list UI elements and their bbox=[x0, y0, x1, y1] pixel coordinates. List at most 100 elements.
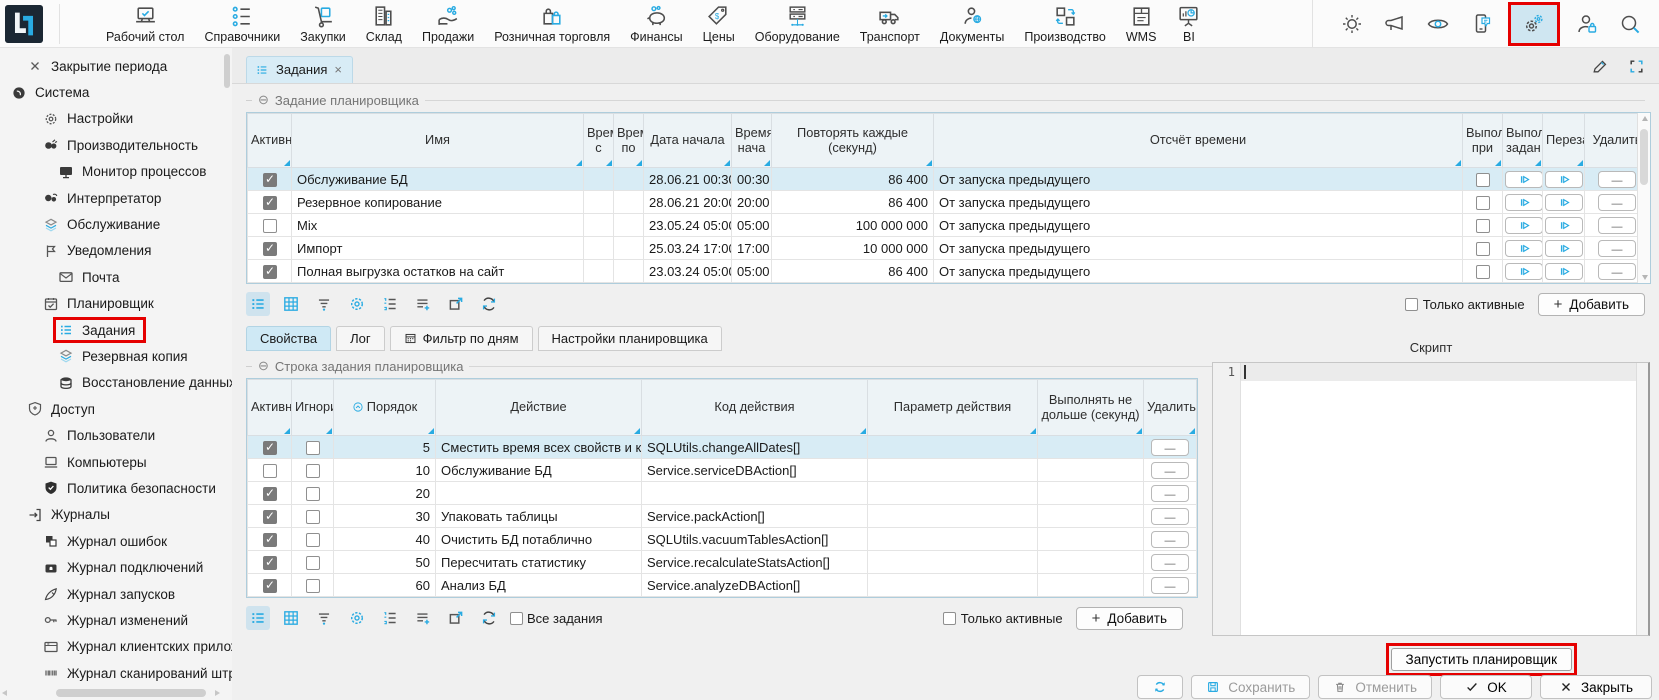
action-cell[interactable]: Упаковать таблицы bbox=[436, 505, 642, 528]
duration-cell[interactable] bbox=[1038, 505, 1144, 528]
sidebar-item[interactable]: Доступ bbox=[0, 396, 232, 422]
active-checkbox[interactable] bbox=[263, 487, 277, 501]
countdown-cell[interactable]: От запуска предыдущего bbox=[934, 214, 1463, 237]
task-row[interactable]: Mix 23.05.24 05:00 05:00 100 000 000 От … bbox=[248, 214, 1650, 237]
col-delete[interactable]: Удалить bbox=[1144, 380, 1197, 436]
ignore-checkbox[interactable] bbox=[306, 441, 320, 455]
countdown-cell[interactable]: От запуска предыдущего bbox=[934, 191, 1463, 214]
col-action-code[interactable]: Код действия bbox=[642, 380, 868, 436]
action-code-cell[interactable]: Service.analyzeDBAction[] bbox=[642, 574, 868, 597]
open-external-icon[interactable] bbox=[444, 606, 468, 630]
start-date-cell[interactable]: 23.03.24 05:00 bbox=[644, 260, 732, 283]
active-checkbox[interactable] bbox=[263, 464, 277, 478]
restart-task-button[interactable] bbox=[1545, 240, 1583, 257]
col-active[interactable]: Активно bbox=[248, 380, 292, 436]
sidebar-item[interactable]: Задания bbox=[0, 317, 232, 343]
ignore-checkbox[interactable] bbox=[306, 533, 320, 547]
collapse-icon[interactable] bbox=[258, 358, 269, 374]
duration-cell[interactable] bbox=[1038, 436, 1144, 459]
active-checkbox[interactable] bbox=[263, 441, 277, 455]
close-button[interactable]: Закрыть bbox=[1540, 675, 1652, 699]
module-item[interactable]: WMS bbox=[1126, 4, 1157, 44]
col-action[interactable]: Действие bbox=[436, 380, 642, 436]
col-start-date[interactable]: Дата начала bbox=[644, 114, 732, 168]
active-checkbox[interactable] bbox=[263, 533, 277, 547]
tab-properties[interactable]: Свойства bbox=[246, 326, 331, 351]
active-checkbox[interactable] bbox=[263, 173, 277, 187]
sidebar-item[interactable]: Интерпретатор bbox=[0, 185, 232, 211]
profile-icon[interactable] bbox=[1574, 11, 1600, 37]
col-start-time[interactable]: Время нача bbox=[732, 114, 772, 168]
task-name-cell[interactable]: Резервное копирование bbox=[292, 191, 584, 214]
run-task-button[interactable] bbox=[1505, 171, 1543, 188]
task-line-row[interactable]: 10 Обслуживание БД Service.serviceDBActi… bbox=[248, 459, 1197, 482]
delete-task-button[interactable] bbox=[1598, 263, 1636, 280]
collapse-icon[interactable] bbox=[258, 92, 269, 108]
ignore-checkbox[interactable] bbox=[306, 510, 320, 524]
task-line-row[interactable]: 60 Анализ БД Service.analyzeDBAction[] bbox=[248, 574, 1197, 597]
sidebar-item[interactable]: Обслуживание bbox=[0, 211, 232, 237]
action-code-cell[interactable]: SQLUtils.changeAllDates[] bbox=[642, 436, 868, 459]
action-code-cell[interactable] bbox=[642, 482, 868, 505]
run-at-checkbox[interactable] bbox=[1476, 265, 1490, 279]
sidebar-vertical-scrollbar[interactable] bbox=[223, 50, 231, 680]
duration-cell[interactable] bbox=[1038, 551, 1144, 574]
refresh-icon[interactable] bbox=[477, 292, 501, 316]
col-restart[interactable]: Перезапустить bbox=[1543, 114, 1585, 168]
col-repeat-seconds[interactable]: Повторять каждые (секунд) bbox=[772, 114, 934, 168]
sidebar-item[interactable]: Журнал запусков bbox=[0, 581, 232, 607]
start-date-cell[interactable]: 23.05.24 05:00 bbox=[644, 214, 732, 237]
start-time-cell[interactable]: 05:00 bbox=[732, 260, 772, 283]
module-item[interactable]: Розничная торговля bbox=[494, 4, 610, 44]
duration-cell[interactable] bbox=[1038, 528, 1144, 551]
delete-task-button[interactable] bbox=[1598, 217, 1636, 234]
grid-view-icon[interactable] bbox=[279, 606, 303, 630]
app-logo-icon[interactable] bbox=[5, 5, 43, 43]
save-button[interactable]: Сохранить bbox=[1191, 675, 1310, 699]
module-item[interactable]: Транспорт bbox=[860, 4, 920, 44]
edit-pencil-icon[interactable] bbox=[1591, 58, 1608, 75]
countdown-cell[interactable]: От запуска предыдущего bbox=[934, 168, 1463, 191]
sidebar-item[interactable]: Закрытие периода bbox=[0, 53, 232, 79]
active-checkbox[interactable] bbox=[263, 196, 277, 210]
order-cell[interactable]: 30 bbox=[334, 505, 436, 528]
sidebar-item[interactable]: Журнал подключений bbox=[0, 554, 232, 580]
module-item[interactable]: Цены bbox=[703, 4, 735, 44]
open-external-icon[interactable] bbox=[444, 292, 468, 316]
active-checkbox[interactable] bbox=[263, 510, 277, 524]
run-at-checkbox[interactable] bbox=[1476, 219, 1490, 233]
delete-row-button[interactable] bbox=[1151, 508, 1189, 525]
module-item[interactable]: Рабочий стол bbox=[106, 4, 184, 44]
task-line-row[interactable]: 40 Очистить БД потаблично SQLUtils.vacuu… bbox=[248, 528, 1197, 551]
task-name-cell[interactable]: Импорт bbox=[292, 237, 584, 260]
delete-row-button[interactable] bbox=[1151, 531, 1189, 548]
module-item[interactable]: BI bbox=[1176, 4, 1201, 44]
module-item[interactable]: Продажи bbox=[422, 4, 474, 44]
delete-row-button[interactable] bbox=[1151, 577, 1189, 594]
restart-task-button[interactable] bbox=[1545, 194, 1583, 211]
table-settings-gear-icon[interactable] bbox=[345, 606, 369, 630]
module-item[interactable]: Оборудование bbox=[755, 4, 840, 44]
task-line-row[interactable]: 50 Пересчитать статистику Service.recalc… bbox=[248, 551, 1197, 574]
sidebar-item[interactable]: Журнал ошибок bbox=[0, 528, 232, 554]
sidebar-item[interactable]: Журнал сканирований штрих-кодов bbox=[0, 660, 232, 686]
countdown-cell[interactable]: От запуска предыдущего bbox=[934, 237, 1463, 260]
restart-task-button[interactable] bbox=[1545, 263, 1583, 280]
sidebar-item[interactable]: Пользователи bbox=[0, 422, 232, 448]
add-task-button[interactable]: Добавить bbox=[1538, 293, 1645, 316]
restart-task-button[interactable] bbox=[1545, 171, 1583, 188]
action-cell[interactable]: Анализ БД bbox=[436, 574, 642, 597]
sidebar-item[interactable]: Резервная копия bbox=[0, 343, 232, 369]
task-name-cell[interactable]: Mix bbox=[292, 214, 584, 237]
module-item[interactable]: Справочники bbox=[204, 4, 280, 44]
start-time-cell[interactable]: 17:00 bbox=[732, 237, 772, 260]
code-area[interactable] bbox=[1241, 363, 1648, 635]
col-action-param[interactable]: Параметр действия bbox=[868, 380, 1038, 436]
repeat-cell[interactable]: 10 000 000 bbox=[772, 237, 934, 260]
repeat-cell[interactable]: 100 000 000 bbox=[772, 214, 934, 237]
sidebar-item[interactable]: Журналы bbox=[0, 502, 232, 528]
col-ignore[interactable]: Игнорировать bbox=[292, 380, 334, 436]
run-at-checkbox[interactable] bbox=[1476, 173, 1490, 187]
task-line-row[interactable]: 30 Упаковать таблицы Service.packAction[… bbox=[248, 505, 1197, 528]
module-item[interactable]: Закупки bbox=[300, 4, 346, 44]
